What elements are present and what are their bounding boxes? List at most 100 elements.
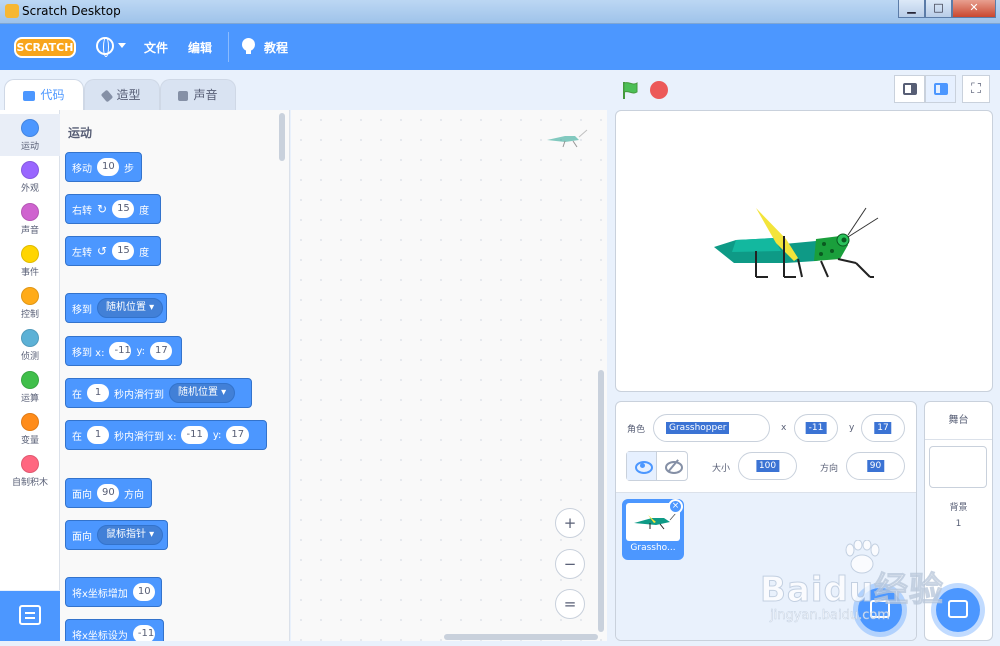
block-goto-xy[interactable]: 移到 x: -11 y: 17 bbox=[65, 336, 182, 366]
show-eye-icon[interactable] bbox=[627, 452, 658, 480]
tab-sounds-label: 声音 bbox=[193, 88, 218, 102]
category-events[interactable]: 事件 bbox=[0, 240, 60, 282]
block-dropdown[interactable]: 鼠标指针 bbox=[97, 525, 164, 545]
backdrops-count: 1 bbox=[955, 519, 962, 529]
palette-scrollbar[interactable] bbox=[279, 113, 285, 161]
block-number-input[interactable]: 1 bbox=[87, 384, 109, 402]
block-point-direction[interactable]: 面向 90 方向 bbox=[65, 478, 152, 508]
tab-sounds[interactable]: 声音 bbox=[160, 79, 236, 111]
direction-value: 90 bbox=[866, 460, 885, 472]
block-move-steps[interactable]: 移动 10 步 bbox=[65, 152, 142, 182]
block-number-input[interactable]: 15 bbox=[112, 242, 135, 260]
tab-costumes-label: 造型 bbox=[116, 88, 141, 102]
block-word: 移动 bbox=[72, 163, 92, 175]
scratch-logo[interactable]: SCRATCH bbox=[14, 37, 76, 58]
category-label: 变量 bbox=[20, 436, 39, 446]
block-word: 秒内滑行到 x: bbox=[114, 431, 177, 443]
block-turn-right[interactable]: 右转 ↻ 15 度 bbox=[65, 194, 161, 224]
stage-panel-title: 舞台 bbox=[925, 402, 992, 440]
baidu-watermark: Baidu经验 jingyan.baidu.com bbox=[759, 540, 950, 630]
category-operators[interactable]: 运算 bbox=[0, 366, 60, 408]
stop-icon[interactable] bbox=[650, 81, 668, 99]
category-looks[interactable]: 外观 bbox=[0, 156, 60, 198]
zoom-out-button[interactable]: − bbox=[555, 549, 585, 579]
block-number-input[interactable]: 17 bbox=[226, 426, 250, 444]
block-word: 将x坐标增加 bbox=[72, 588, 128, 600]
tab-code[interactable]: 代码 bbox=[4, 79, 84, 112]
block-word: 右转 bbox=[72, 205, 92, 217]
minimize-button[interactable]: ▁ bbox=[898, 0, 925, 18]
window-title: Scratch Desktop bbox=[22, 4, 121, 18]
script-horizontal-scrollbar[interactable] bbox=[444, 634, 598, 640]
y-position-field[interactable]: 17 bbox=[861, 414, 905, 442]
block-word: 移到 bbox=[72, 304, 92, 316]
close-button[interactable]: ✕ bbox=[952, 0, 996, 18]
block-number-input[interactable]: 10 bbox=[132, 583, 155, 601]
lightbulb-icon[interactable] bbox=[242, 38, 255, 54]
backdrop-thumbnail[interactable] bbox=[929, 446, 987, 488]
block-number-input[interactable]: 17 bbox=[150, 342, 173, 360]
block-dropdown[interactable]: 随机位置 bbox=[169, 383, 236, 403]
sprite-thumbnail[interactable]: Grassho... × bbox=[622, 499, 684, 560]
block-number-input[interactable]: 15 bbox=[112, 200, 135, 218]
direction-field[interactable]: 90 bbox=[846, 452, 905, 480]
category-motion[interactable]: 运动 bbox=[0, 114, 60, 156]
menu-bar: SCRATCH 文件 编辑 教程 bbox=[0, 24, 1000, 70]
block-set-x[interactable]: 将x坐标设为 -11 bbox=[65, 619, 164, 641]
menu-file[interactable]: 文件 bbox=[144, 39, 168, 56]
normal-stage-icon bbox=[934, 83, 948, 95]
category-sensing[interactable]: 侦测 bbox=[0, 324, 60, 366]
block-goto[interactable]: 移到 随机位置 bbox=[65, 293, 167, 323]
fullscreen-icon: ⛶ bbox=[971, 81, 981, 97]
editor-tabs: 代码 造型 声音 bbox=[0, 70, 615, 112]
block-point-towards[interactable]: 面向 鼠标指针 bbox=[65, 520, 168, 550]
hide-eye-icon[interactable] bbox=[657, 452, 687, 480]
speaker-icon bbox=[178, 90, 189, 101]
block-number-input[interactable]: -11 bbox=[181, 426, 208, 444]
block-number-input[interactable]: -11 bbox=[109, 342, 132, 360]
grasshopper-sprite[interactable] bbox=[616, 111, 994, 393]
block-change-x[interactable]: 将x坐标增加 10 bbox=[65, 577, 162, 607]
menu-edit[interactable]: 编辑 bbox=[188, 39, 212, 56]
add-extension-button[interactable] bbox=[0, 591, 60, 641]
chevron-down-icon[interactable] bbox=[118, 43, 126, 48]
block-number-input[interactable]: -11 bbox=[132, 625, 155, 641]
maximize-button[interactable]: □ bbox=[925, 0, 952, 18]
category-control[interactable]: 控制 bbox=[0, 282, 60, 324]
brush-icon bbox=[101, 89, 114, 102]
block-number-input[interactable]: 1 bbox=[87, 426, 109, 444]
delete-sprite-icon[interactable]: × bbox=[668, 499, 683, 514]
category-label: 外观 bbox=[20, 184, 39, 194]
block-number-input[interactable]: 90 bbox=[97, 484, 119, 502]
block-glide-xy[interactable]: 在 1 秒内滑行到 x: -11 y: 17 bbox=[65, 420, 267, 450]
normal-stage-button[interactable] bbox=[925, 75, 956, 103]
extension-icon bbox=[19, 605, 41, 625]
fullscreen-button[interactable]: ⛶ bbox=[962, 75, 990, 103]
script-vertical-scrollbar[interactable] bbox=[598, 370, 604, 632]
block-turn-left[interactable]: 左转 ↺ 15 度 bbox=[65, 236, 161, 266]
block-number-input[interactable]: 10 bbox=[97, 158, 119, 176]
category-my-blocks[interactable]: 自制积木 bbox=[0, 450, 60, 492]
block-glide-to[interactable]: 在 1 秒内滑行到 随机位置 bbox=[65, 378, 252, 408]
block-word: 面向 bbox=[72, 531, 92, 543]
palette-section-title: 运动 bbox=[68, 126, 93, 140]
stage-canvas[interactable] bbox=[615, 110, 993, 392]
block-word: 秒内滑行到 bbox=[114, 389, 164, 401]
block-word: y: bbox=[212, 429, 222, 441]
sprite-ghost-icon bbox=[547, 129, 588, 148]
x-position-field[interactable]: -11 bbox=[794, 414, 838, 442]
green-flag-icon[interactable] bbox=[620, 80, 640, 100]
zoom-reset-button[interactable]: = bbox=[555, 589, 585, 619]
sprite-name-field[interactable]: Grasshopper bbox=[653, 414, 770, 442]
language-globe-icon[interactable] bbox=[96, 37, 114, 57]
size-field[interactable]: 100 bbox=[738, 452, 797, 480]
watermark-text: Baidu经验 bbox=[759, 570, 945, 611]
block-word: 步 bbox=[124, 163, 134, 175]
tab-costumes[interactable]: 造型 bbox=[84, 79, 160, 111]
small-stage-button[interactable] bbox=[894, 75, 925, 103]
zoom-in-button[interactable]: + bbox=[555, 508, 585, 538]
menu-tutorials[interactable]: 教程 bbox=[264, 39, 288, 56]
category-variables[interactable]: 变量 bbox=[0, 408, 60, 450]
block-dropdown[interactable]: 随机位置 bbox=[97, 298, 164, 318]
category-sound[interactable]: 声音 bbox=[0, 198, 60, 240]
